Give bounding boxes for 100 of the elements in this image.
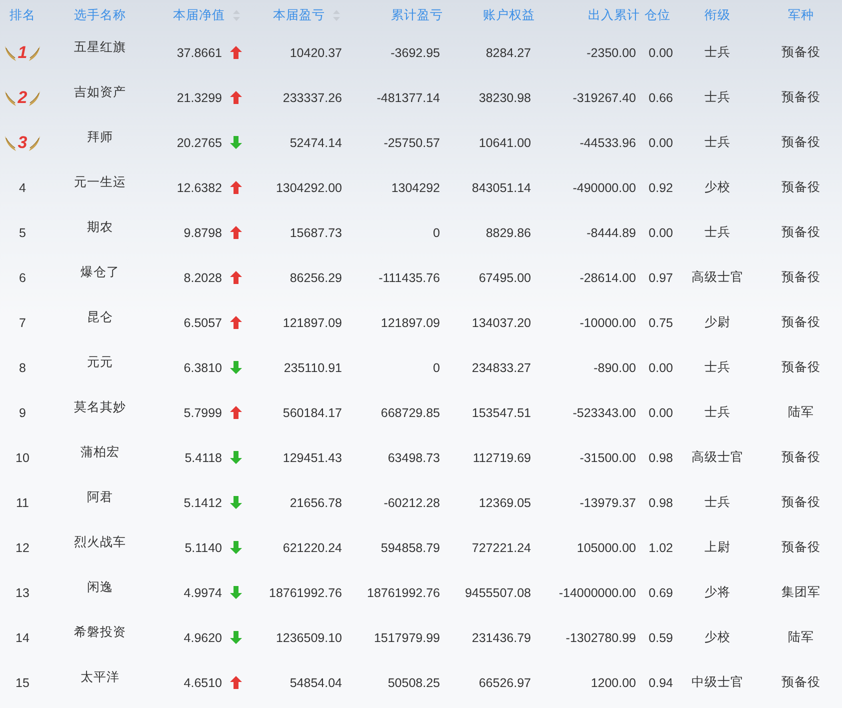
net-value: 6.3810 — [184, 360, 222, 374]
table-cell: 52474.14 — [290, 136, 342, 150]
table-cell: -28614.00 — [580, 270, 636, 284]
table-cell: 50508.25 — [388, 676, 440, 690]
table-cell: 陆军 — [788, 404, 814, 421]
table-cell: 预备役 — [782, 269, 820, 286]
table-cell: 1200.00 — [590, 676, 636, 690]
table-cell: 预备役 — [782, 314, 820, 331]
column-header: 账户权益 — [483, 6, 535, 24]
column-header: 出入累计 — [588, 6, 640, 24]
player-name[interactable]: 拜师 — [87, 129, 113, 146]
table-cell: 86256.29 — [290, 270, 342, 284]
player-name[interactable]: 爆仓了 — [80, 264, 120, 281]
table-cell: 集团军 — [782, 584, 820, 601]
player-name[interactable]: 五星红旗 — [74, 39, 126, 56]
table-cell: -2350.00 — [586, 46, 636, 60]
net-value: 37.8661 — [176, 46, 222, 60]
table-cell: -890.00 — [594, 360, 636, 374]
rank-number: 7 — [19, 316, 26, 330]
table-cell: 士兵 — [704, 224, 730, 241]
table-cell-text: 0.59 — [648, 630, 674, 644]
table-cell: 中级士官 — [692, 674, 744, 691]
laurel-icon — [28, 134, 42, 152]
rank-number: 2 — [18, 88, 28, 108]
table-cell: -3692.95 — [390, 46, 440, 60]
table-cell: 士兵 — [704, 404, 730, 421]
table-cell-text: 0.00 — [648, 226, 674, 240]
table-cell: 66526.97 — [478, 676, 531, 690]
net-value: 12.6382 — [176, 180, 222, 194]
table-cell-text: 0.94 — [648, 676, 674, 690]
player-name[interactable]: 期农 — [87, 219, 113, 236]
table-cell: 234833.27 — [472, 360, 531, 374]
table-cell: 153547.51 — [472, 406, 531, 420]
table-cell: 105000.00 — [576, 540, 636, 554]
table-cell-text: 0.00 — [648, 406, 674, 420]
net-value: 4.9974 — [184, 586, 222, 600]
rank-number: 6 — [19, 270, 26, 284]
player-name[interactable]: 希磐投资 — [74, 624, 126, 641]
table-cell: 预备役 — [782, 44, 820, 61]
table-cell: 10641.00 — [478, 136, 531, 150]
player-name[interactable]: 太平洋 — [80, 669, 120, 686]
table-cell: -10000.00 — [580, 316, 636, 330]
player-name[interactable]: 元一生运 — [74, 174, 126, 191]
column-header: 排名 — [10, 6, 36, 24]
table-cell-text: 0.92 — [648, 180, 674, 194]
table-cell: 54854.04 — [290, 676, 342, 690]
table-cell: 621220.24 — [282, 540, 342, 554]
table-cell: 预备役 — [782, 359, 820, 376]
table-cell-text: 0.98 — [648, 450, 674, 464]
table-cell: 8284.27 — [486, 46, 531, 60]
table-cell: 231436.79 — [472, 630, 531, 644]
table-cell: -13979.37 — [580, 496, 636, 510]
rank-number: 13 — [16, 586, 30, 600]
table-cell: -319267.40 — [572, 90, 636, 104]
player-name[interactable]: 吉如资产 — [74, 84, 126, 101]
table-cell: 1517979.99 — [374, 630, 440, 644]
net-value: 5.7999 — [184, 406, 222, 420]
rank-number: 9 — [19, 406, 26, 420]
table-cell: 预备役 — [782, 224, 820, 241]
column-header: 衔级 — [704, 6, 730, 24]
rank-number: 8 — [19, 360, 26, 374]
laurel-icon — [4, 44, 17, 62]
table-cell: 0 — [433, 360, 440, 374]
table-cell-text: 0.98 — [648, 496, 674, 510]
table-cell: 18761992.76 — [269, 586, 342, 600]
net-value: 5.1140 — [184, 540, 222, 554]
table-cell: 预备役 — [782, 179, 820, 196]
table-cell-text: 0.00 — [648, 136, 674, 150]
table-cell: 少将 — [704, 584, 730, 601]
rank-number: 12 — [16, 540, 30, 554]
player-name[interactable]: 阿君 — [87, 489, 113, 506]
table-cell: 预备役 — [782, 134, 820, 151]
table-cell: 727221.24 — [472, 540, 531, 554]
player-name[interactable]: 昆仑 — [87, 309, 113, 326]
table-cell-text: 0.00 — [648, 46, 674, 60]
table-cell: 士兵 — [704, 89, 730, 106]
table-cell: 18761992.76 — [367, 586, 440, 600]
net-value: 20.2765 — [176, 136, 222, 150]
net-value: 5.4118 — [184, 450, 222, 464]
player-name[interactable]: 蒲柏宏 — [80, 444, 120, 461]
net-value: 4.6510 — [184, 676, 222, 690]
player-name[interactable]: 烈火战车 — [74, 534, 126, 551]
table-cell: 士兵 — [704, 359, 730, 376]
net-value: 6.5057 — [184, 316, 222, 330]
player-name[interactable]: 元元 — [87, 354, 113, 371]
table-cell: 预备役 — [782, 89, 820, 106]
net-value: 9.8798 — [184, 226, 222, 240]
table-cell: -111435.76 — [378, 270, 440, 284]
laurel-icon — [4, 134, 17, 152]
table-cell: 士兵 — [704, 44, 730, 61]
laurel-icon — [4, 88, 17, 106]
table-cell: 121897.09 — [380, 316, 440, 330]
table-cell: 9455507.08 — [464, 586, 531, 600]
rank-number: 5 — [19, 226, 26, 240]
player-name[interactable]: 莫名其妙 — [74, 399, 126, 416]
rank-number: 1 — [18, 42, 28, 62]
player-name[interactable]: 闲逸 — [87, 579, 113, 596]
column-header: 军种 — [788, 6, 814, 24]
net-value: 5.1412 — [184, 496, 222, 510]
table-cell: 235110.91 — [284, 360, 342, 374]
